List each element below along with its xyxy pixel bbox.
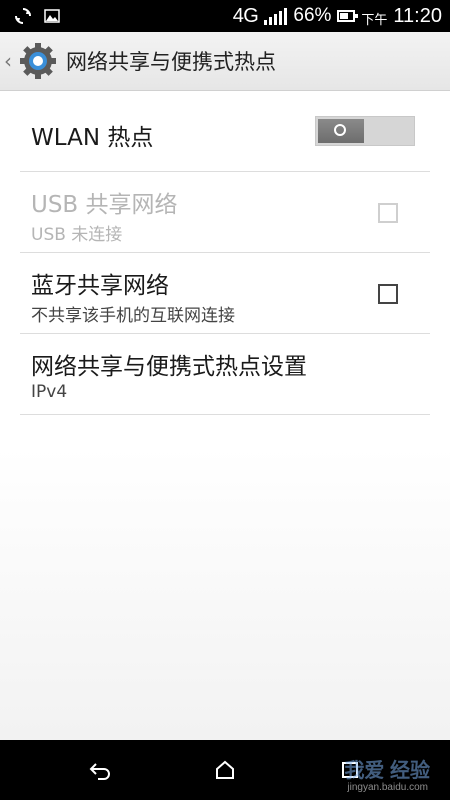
settings-gear-icon[interactable]	[18, 41, 58, 81]
bluetooth-tethering-label: 蓝牙共享网络	[31, 273, 169, 299]
usb-tethering-checkbox	[378, 203, 398, 223]
status-right: 4G 66% 下午 11:20	[233, 3, 442, 29]
settings-list: WLAN 热点 USB 共享网络 USB 未连接 蓝牙共享网络 不共享该手机的互…	[0, 91, 450, 740]
home-icon	[216, 760, 234, 779]
usb-tethering-summary: USB 未连接	[31, 225, 123, 245]
watermark-text: 我爱 经验	[344, 760, 430, 782]
bluetooth-tethering-row[interactable]: 蓝牙共享网络 不共享该手机的互联网连接	[20, 253, 430, 334]
battery-icon	[337, 10, 359, 22]
image-notification-icon	[44, 9, 60, 23]
status-left	[14, 7, 60, 25]
wlan-hotspot-toggle[interactable]	[315, 116, 415, 146]
network-type: 4G	[232, 4, 259, 27]
nav-back-button[interactable]	[80, 754, 120, 786]
navigation-bar: 我爱 经验 jingyan.baidu.com	[0, 740, 450, 800]
bluetooth-tethering-summary: 不共享该手机的互联网连接	[31, 306, 235, 326]
wlan-hotspot-label: WLAN 热点	[31, 125, 154, 151]
usb-tethering-label: USB 共享网络	[31, 192, 178, 218]
tethering-settings-row[interactable]: 网络共享与便携式热点设置 IPv4	[20, 334, 430, 415]
battery-fill	[340, 13, 349, 19]
clock: 11:20	[393, 4, 442, 27]
battery-percent: 66%	[293, 5, 332, 26]
wlan-hotspot-row[interactable]: WLAN 热点	[20, 91, 430, 172]
tethering-settings-summary: IPv4	[31, 382, 68, 402]
toggle-off-knob	[318, 119, 364, 143]
signal-icon	[264, 7, 288, 25]
back-chevron-icon[interactable]: ‹	[4, 49, 16, 73]
page-title: 网络共享与便携式热点	[66, 50, 276, 74]
action-bar: ‹ 网络共享与便携式热点	[0, 32, 450, 91]
time-ampm: 下午	[361, 11, 388, 27]
back-arrow-icon	[89, 763, 110, 780]
usb-tethering-row: USB 共享网络 USB 未连接	[20, 172, 430, 253]
tethering-settings-label: 网络共享与便携式热点设置	[31, 354, 307, 380]
sync-icon	[15, 8, 31, 24]
bluetooth-tethering-checkbox[interactable]	[378, 284, 398, 304]
status-bar: 4G 66% 下午 11:20	[0, 0, 450, 32]
watermark-url: jingyan.baidu.com	[347, 782, 428, 793]
nav-home-button[interactable]	[205, 754, 245, 786]
